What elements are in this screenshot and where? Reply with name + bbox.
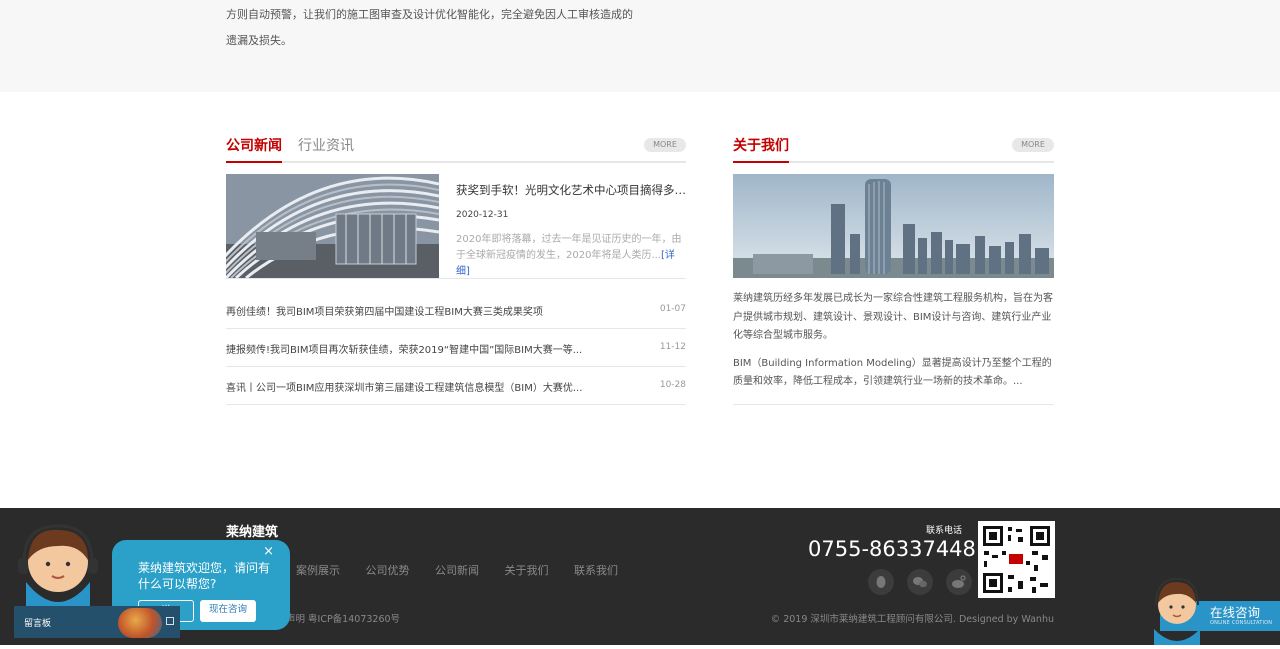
intro-band: 方则自动预警，让我们的施工图审查及设计优化智能化，完全避免因人工审核造成的遗漏及…: [0, 0, 1280, 92]
news-section: 公司新闻 行业资讯 MORE 获奖到手软！光明文化艺术中心项目摘得多项... 2…: [226, 135, 688, 405]
news-item-title[interactable]: 喜讯丨公司一项BIM应用获深圳市第三届建设工程建筑信息模型（BIM）大赛优...: [226, 379, 596, 394]
featured-news-title[interactable]: 获奖到手软！光明文化艺术中心项目摘得多项...: [456, 182, 688, 198]
tab-company-news[interactable]: 公司新闻: [226, 135, 282, 163]
footer-nav-about[interactable]: 关于我们: [505, 564, 549, 577]
featured-news-summary: 2020年即将落幕，过去一年是见证历史的一年，由于全球新冠疫情的发生，2020年…: [456, 232, 688, 280]
chat-now-button[interactable]: 现在咨询: [200, 600, 256, 622]
online-consult-label[interactable]: 在线咨询: [1210, 602, 1260, 621]
news-item-date: 01-07: [659, 304, 686, 314]
qr-code-icon: [978, 521, 1055, 598]
news-item-title[interactable]: 再创佳绩！我司BIM项目荣获第四届中国建设工程BIM大赛三类成果奖项: [226, 303, 596, 318]
support-agent-avatar[interactable]: [1148, 575, 1206, 645]
tab-industry-news[interactable]: 行业资讯: [298, 135, 354, 157]
about-text: 莱纳建筑历经多年发展已成长为一家综合性建筑工程服务机构，旨在为客户提供城市规划、…: [733, 290, 1054, 392]
wechat-icon[interactable]: [907, 569, 934, 595]
news-list: 再创佳绩！我司BIM项目荣获第四届中国建设工程BIM大赛三类成果奖项 01-07…: [226, 291, 686, 405]
balloon-icon: [118, 608, 162, 638]
news-more-button[interactable]: MORE: [644, 138, 686, 152]
news-tabs: 公司新闻 行业资讯 MORE: [226, 135, 686, 163]
edit-icon[interactable]: [166, 617, 174, 625]
tel-number: 0755-86337448: [808, 537, 976, 561]
list-item[interactable]: 再创佳绩！我司BIM项目荣获第四届中国建设工程BIM大赛三类成果奖项 01-07: [226, 291, 686, 329]
about-paragraph: 莱纳建筑历经多年发展已成长为一家综合性建筑工程服务机构，旨在为客户提供城市规划、…: [733, 293, 1053, 341]
tel-label: 联系电话: [926, 526, 963, 536]
news-item-date: 10-28: [659, 380, 686, 390]
footer-copyright: © 2019 深圳市莱纳建筑工程顾问有限公司. Designed by Wanh…: [770, 614, 1054, 625]
about-paragraph: BIM（Building Information Modeling）显著提高设计…: [733, 357, 1052, 388]
chat-invite-message: 莱纳建筑欢迎您，请问有什么可以帮您?: [138, 561, 271, 591]
featured-news-summary-text: 2020年即将落幕，过去一年是见证历史的一年，由于全球新冠疫情的发生，2020年…: [456, 234, 682, 261]
list-item[interactable]: 捷报频传!我司BIM项目再次斩获佳绩，荣获2019“智建中国”国际BIM大赛一等…: [226, 329, 686, 367]
list-item[interactable]: 喜讯丨公司一项BIM应用获深圳市第三届建设工程建筑信息模型（BIM）大赛优...…: [226, 367, 686, 405]
news-item-title[interactable]: 捷报频传!我司BIM项目再次斩获佳绩，荣获2019“智建中国”国际BIM大赛一等…: [226, 341, 596, 356]
weibo-icon[interactable]: [946, 569, 973, 595]
qq-icon[interactable]: [868, 569, 894, 595]
intro-text: 方则自动预警，让我们的施工图审查及设计优化智能化，完全避免因人工审核造成的遗漏及…: [226, 8, 633, 47]
social-links: [868, 569, 980, 595]
divider: [733, 404, 1054, 405]
qr-logo-icon: [1009, 554, 1023, 564]
about-image: [733, 174, 1054, 278]
footer-legal[interactable]: 声明 粤ICP备14073260号: [286, 611, 400, 625]
featured-news-image[interactable]: [226, 174, 439, 278]
guestbook-label[interactable]: 留言板: [24, 616, 51, 629]
online-consult-sublabel: ONLINE CONSULTATION: [1210, 620, 1273, 626]
news-item-date: 11-12: [659, 342, 686, 352]
close-icon[interactable]: ×: [263, 544, 274, 559]
about-section: 关于我们 MORE 莱纳建筑历经多年发展已成长为一家综合性建筑工程服务机构，旨在…: [733, 135, 1054, 405]
footer-nav: 案例展示 公司优势 公司新闻 关于我们 联系我们: [296, 562, 640, 578]
footer-nav-cases[interactable]: 案例展示: [296, 564, 340, 577]
about-header: 关于我们 MORE: [733, 135, 1054, 163]
guestbook-bar[interactable]: 留言板: [14, 606, 180, 638]
support-agent-avatar[interactable]: [8, 522, 108, 614]
divider: [226, 278, 686, 279]
footer-nav-advantages[interactable]: 公司优势: [366, 564, 410, 577]
footer-nav-contact[interactable]: 联系我们: [574, 564, 618, 577]
featured-news-date: 2020-12-31: [456, 210, 509, 220]
footer-brand: 莱纳建筑: [226, 525, 279, 540]
featured-news[interactable]: 获奖到手软！光明文化艺术中心项目摘得多项... 2020-12-31 2020年…: [226, 174, 688, 280]
footer-nav-news[interactable]: 公司新闻: [435, 564, 479, 577]
about-more-button[interactable]: MORE: [1012, 138, 1054, 152]
about-title[interactable]: 关于我们: [733, 135, 789, 163]
